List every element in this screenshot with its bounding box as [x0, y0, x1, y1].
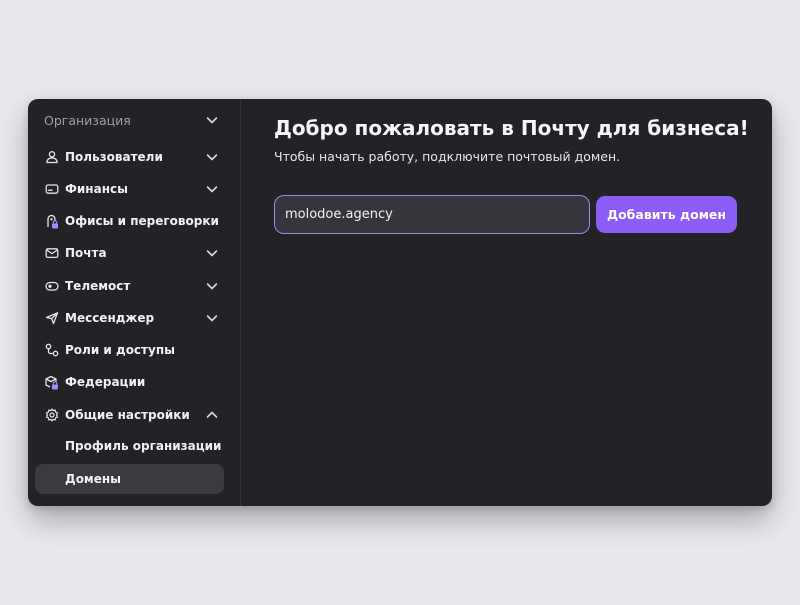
sidebar-item-label: Офисы и переговорки	[65, 214, 219, 228]
sidebar-item-label: Мессенджер	[65, 311, 155, 325]
sidebar-item-label: Пользователи	[65, 150, 163, 164]
gear-icon	[44, 408, 59, 423]
sidebar-item-messenger[interactable]: Мессенджер	[44, 307, 219, 329]
mail-icon	[44, 246, 59, 261]
sidebar-item-label: Общие настройки	[65, 408, 190, 422]
chevron-up-icon	[205, 408, 219, 422]
main-content: Добро пожаловать в Почту для бизнеса! Чт…	[241, 99, 772, 506]
sidebar-item-label: Телемост	[65, 279, 131, 293]
video-call-icon	[44, 279, 59, 294]
user-icon	[44, 150, 59, 165]
sidebar-item-offices[interactable]: Офисы и переговорки	[44, 210, 219, 232]
page-title: Добро пожаловать в Почту для бизнеса!	[274, 116, 749, 140]
sidebar-subitem-domains[interactable]: Домены	[35, 464, 224, 494]
chevron-down-icon	[205, 246, 219, 260]
domain-input[interactable]	[274, 195, 590, 234]
sidebar-item-label: Финансы	[65, 182, 128, 196]
chevron-down-icon	[205, 311, 219, 325]
chevron-down-icon	[205, 279, 219, 293]
sidebar-subitem-org-profile[interactable]: Профиль организации	[65, 436, 221, 456]
sidebar-item-label: Федерации	[65, 375, 146, 389]
sidebar-item-mail[interactable]: Почта	[44, 242, 219, 264]
chevron-down-icon	[205, 182, 219, 196]
roles-icon	[44, 343, 59, 358]
paper-plane-icon	[44, 311, 59, 326]
sidebar: Организация Пользователи Финансы Офисы и…	[28, 99, 241, 506]
page-subtitle: Чтобы начать работу, подключите почтовый…	[274, 149, 621, 164]
sidebar-subitem-label: Профиль организации	[65, 439, 222, 453]
add-domain-button[interactable]: Добавить домен	[596, 196, 737, 233]
sidebar-item-finance[interactable]: Финансы	[44, 178, 219, 200]
sidebar-item-label: Почта	[65, 246, 107, 260]
app-window: Организация Пользователи Финансы Офисы и…	[28, 99, 772, 506]
sidebar-item-federations[interactable]: Федерации	[44, 371, 219, 393]
organization-label: Организация	[44, 112, 131, 128]
sidebar-item-users[interactable]: Пользователи	[44, 146, 219, 168]
wallet-icon	[44, 182, 59, 197]
sidebar-subitem-label: Домены	[65, 472, 122, 486]
sidebar-item-telemost[interactable]: Телемост	[44, 275, 219, 297]
office-lock-icon	[44, 214, 59, 229]
chevron-down-icon	[205, 113, 219, 127]
sidebar-item-roles[interactable]: Роли и доступы	[44, 339, 219, 361]
sidebar-item-label: Роли и доступы	[65, 343, 175, 357]
federation-lock-icon	[44, 375, 59, 390]
chevron-down-icon	[205, 150, 219, 164]
organization-header[interactable]: Организация	[44, 110, 219, 130]
sidebar-item-general-settings[interactable]: Общие настройки	[44, 404, 219, 426]
